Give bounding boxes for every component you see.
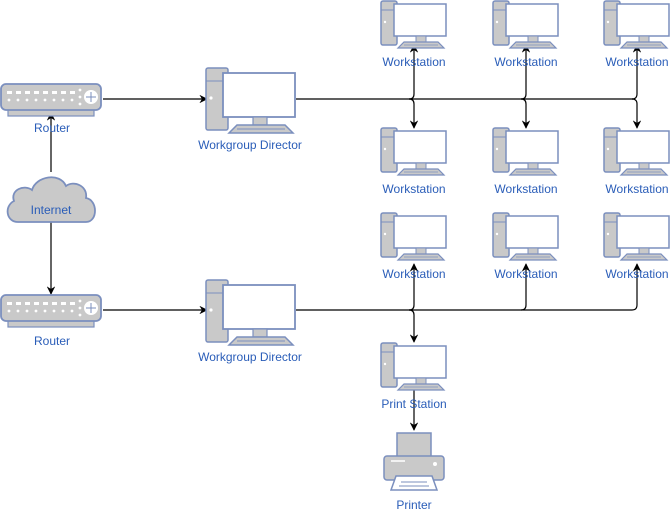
workstation-label: Workstation xyxy=(382,267,446,281)
edge-director2-printstation xyxy=(408,309,419,343)
print-station-icon[interactable] xyxy=(380,342,447,391)
workstation-label: Workstation xyxy=(494,182,558,196)
router-label: Router xyxy=(33,121,71,135)
workstation-icon[interactable] xyxy=(492,0,559,49)
workstation-icon[interactable] xyxy=(492,212,559,261)
workstation-icon[interactable] xyxy=(492,127,559,176)
internet-label: Internet xyxy=(30,203,72,217)
edge-director1-ws6 xyxy=(631,98,642,129)
router-icon[interactable] xyxy=(0,83,102,117)
workgroup-director-label: Workgroup Director xyxy=(198,350,302,364)
workstation-label: Workstation xyxy=(494,55,558,69)
edge-director1-ws5 xyxy=(520,98,531,129)
print-station-label: Print Station xyxy=(381,397,447,411)
workstation-label: Workstation xyxy=(382,55,446,69)
workstation-label: Workstation xyxy=(494,267,558,281)
workgroup-director-icon[interactable] xyxy=(205,279,296,346)
workstation-label: Workstation xyxy=(605,182,669,196)
edge-director1-ws4 xyxy=(408,98,419,129)
edge-director1-ws3 xyxy=(631,44,642,100)
printer-icon[interactable] xyxy=(383,432,445,491)
network-diagram xyxy=(0,0,670,491)
workstation-label: Workstation xyxy=(382,182,446,196)
workgroup-director-icon[interactable] xyxy=(205,67,296,134)
edge-director1-ws2 xyxy=(520,44,531,100)
workstation-icon[interactable] xyxy=(603,212,670,261)
workstation-icon[interactable] xyxy=(603,0,670,49)
workstation-icon[interactable] xyxy=(380,212,447,261)
workstation-label: Workstation xyxy=(605,267,669,281)
edge-director1-ws1 xyxy=(408,44,419,100)
workgroup-director-label: Workgroup Director xyxy=(198,138,302,152)
workstation-icon[interactable] xyxy=(380,0,447,49)
workstation-label: Workstation xyxy=(605,55,669,69)
router-label: Router xyxy=(33,334,71,348)
workstation-icon[interactable] xyxy=(380,127,447,176)
workstation-icon[interactable] xyxy=(603,127,670,176)
router-icon[interactable] xyxy=(0,294,102,328)
